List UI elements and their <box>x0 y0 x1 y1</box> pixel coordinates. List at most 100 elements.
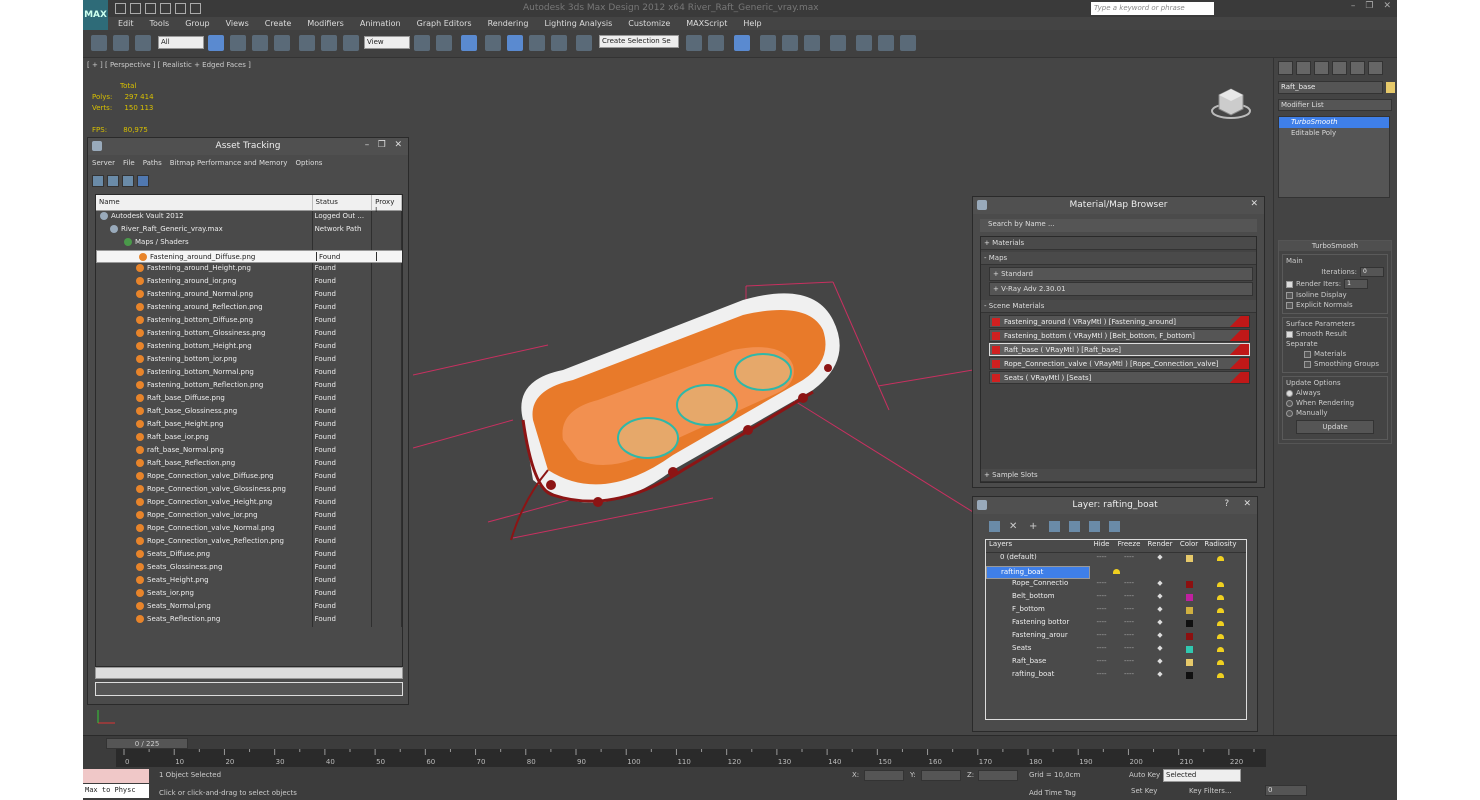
layer-color-swatch[interactable] <box>1185 607 1193 614</box>
app-logo[interactable]: MAX <box>83 0 108 30</box>
asset-menu-item[interactable]: Bitmap Performance and Memory <box>170 159 288 167</box>
modify-tab-icon[interactable] <box>1296 61 1311 75</box>
asset-menu-item[interactable]: Paths <box>143 159 162 167</box>
always-radio[interactable] <box>1286 389 1293 397</box>
window-crossing-icon[interactable] <box>274 35 290 51</box>
named-selection-dropdown[interactable]: Create Selection Se <box>599 35 679 48</box>
layer-color-cell[interactable] <box>1175 605 1203 618</box>
freeze-toggle[interactable]: ---- <box>1113 579 1145 592</box>
table-row[interactable]: Fastening_bottom_Reflection.png Found <box>96 380 402 393</box>
freeze-all-icon[interactable] <box>1109 521 1120 532</box>
table-row[interactable]: Seats_Normal.png Found <box>96 601 402 614</box>
new-layer-icon[interactable] <box>989 521 1000 532</box>
materials-group[interactable]: + Materials <box>981 237 1256 250</box>
close-icon[interactable]: – ❐ ✕ <box>365 140 402 150</box>
layer-row[interactable]: Rope_Connectio ---- ---- ◆ <box>986 579 1246 592</box>
hide-all-icon[interactable] <box>1089 521 1100 532</box>
hide-toggle[interactable]: ---- <box>1090 579 1113 592</box>
col-layers[interactable]: Layers <box>986 540 1090 552</box>
tree-icon[interactable] <box>122 175 134 187</box>
timeline-ruler[interactable]: 0 10 20 30 40 50 60 70 80 90 100 110 120 130 140 150 160… <box>116 749 1266 767</box>
layer-color-cell[interactable] <box>1175 618 1203 631</box>
scene-material-item[interactable]: Seats ( VRayMtl ) [Seats] <box>989 371 1250 384</box>
render-toggle-icon[interactable]: ◆ <box>1145 618 1175 631</box>
freeze-toggle[interactable]: ---- <box>1113 592 1145 605</box>
smooth-result-checkbox[interactable] <box>1286 330 1293 338</box>
col-radiosity[interactable]: Radiosity <box>1203 540 1238 552</box>
percent-snap-icon[interactable] <box>529 35 545 51</box>
horizontal-scrollbar[interactable] <box>95 667 403 679</box>
iterations-spinner[interactable]: 0 <box>1360 267 1384 277</box>
select-object-icon[interactable] <box>208 35 224 51</box>
table-row[interactable]: Autodesk Vault 2012 Logged Out ... <box>96 211 402 224</box>
layer-name-cell[interactable]: Seats <box>986 644 1090 657</box>
rollout-title[interactable]: TurboSmooth <box>1279 241 1391 251</box>
save-icon[interactable] <box>145 3 156 14</box>
maps-group[interactable]: - Maps <box>981 252 1256 265</box>
asset-menu-item[interactable]: Server <box>92 159 115 167</box>
freeze-toggle[interactable]: ---- <box>1113 644 1145 657</box>
table-row[interactable]: Fastening_bottom_Glossiness.png Found <box>96 328 402 341</box>
table-row[interactable]: Seats_Height.png Found <box>96 575 402 588</box>
modifier-list-dropdown[interactable]: Modifier List <box>1278 99 1392 111</box>
move-icon[interactable] <box>299 35 315 51</box>
hide-toggle[interactable]: ---- <box>1090 592 1113 605</box>
menu-item[interactable]: Customize <box>620 17 678 30</box>
selection-filter-dropdown[interactable]: All <box>158 36 204 49</box>
materials-checkbox[interactable] <box>1304 350 1311 358</box>
menu-item[interactable]: Views <box>218 17 257 30</box>
minimize-icon[interactable]: – <box>1351 1 1356 11</box>
layer-name-cell[interactable]: Raft_base <box>986 657 1090 670</box>
scene-material-item[interactable]: Fastening_around ( VRayMtl ) [Fastening_… <box>989 315 1250 328</box>
layer-row[interactable]: F_bottom ---- ---- ◆ <box>986 605 1246 618</box>
maxscript-input[interactable]: Max to Physc <box>83 784 149 798</box>
table-row[interactable]: Maps / Shaders <box>96 237 402 250</box>
path-field[interactable] <box>95 682 403 696</box>
hide-toggle[interactable]: ---- <box>1090 644 1113 657</box>
object-name-field[interactable]: Raft_base <box>1278 81 1383 94</box>
table-row[interactable]: Fastening_around_Reflection.png Found <box>96 302 402 315</box>
list-icon[interactable] <box>107 175 119 187</box>
render-toggle-icon[interactable]: ◆ <box>1145 592 1175 605</box>
unlink-icon[interactable] <box>113 35 129 51</box>
layer-color-swatch[interactable] <box>1185 581 1193 588</box>
menu-item[interactable]: MAXScript <box>678 17 735 30</box>
raft-model[interactable] <box>413 280 973 570</box>
table-row[interactable]: Fastening_around_Diffuse.png Found <box>96 250 402 263</box>
table-row[interactable]: Seats_Reflection.png Found <box>96 614 402 627</box>
scene-material-item[interactable]: Rope_Connection_valve ( VRayMtl ) [Rope_… <box>989 357 1250 370</box>
create-tab-icon[interactable] <box>1278 61 1293 75</box>
freeze-toggle[interactable]: ---- <box>1113 605 1145 618</box>
menu-item[interactable]: Animation <box>352 17 409 30</box>
table-row[interactable]: Rope_Connection_valve_Height.png Found <box>96 497 402 510</box>
layer-color-cell[interactable] <box>1175 579 1203 592</box>
layer-name-cell[interactable]: Fastening bottor <box>986 618 1090 631</box>
pivot-center-icon[interactable] <box>414 35 430 51</box>
display-tab-icon[interactable] <box>1350 61 1365 75</box>
isoline-checkbox[interactable] <box>1286 291 1293 299</box>
x-coord-field[interactable] <box>864 770 904 781</box>
layer-row[interactable]: Fastening bottor ---- ---- ◆ <box>986 618 1246 631</box>
layer-name-cell[interactable]: 0 (default) <box>986 553 1090 566</box>
col-freeze[interactable]: Freeze <box>1113 540 1145 552</box>
radiosity-cell[interactable] <box>1203 592 1238 605</box>
menu-item[interactable]: Tools <box>142 17 178 30</box>
scene-materials-group[interactable]: - Scene Materials <box>981 300 1256 313</box>
render-iters-checkbox[interactable] <box>1286 280 1293 288</box>
table-row[interactable]: Seats_Glossiness.png Found <box>96 562 402 575</box>
select-link-icon[interactable] <box>91 35 107 51</box>
utilities-tab-icon[interactable] <box>1368 61 1383 75</box>
when-rendering-radio[interactable] <box>1286 399 1293 407</box>
col-hide[interactable]: Hide <box>1090 540 1113 552</box>
table-row[interactable]: Fastening_bottom_ior.png Found <box>96 354 402 367</box>
highlight-layer-icon[interactable] <box>1069 521 1080 532</box>
render-toggle-icon[interactable]: ◆ <box>1145 644 1175 657</box>
close-icon[interactable]: ✕ <box>1250 199 1258 209</box>
layer-row[interactable]: rafting_boat--------◆ <box>986 670 1246 683</box>
undo-icon[interactable] <box>160 3 171 14</box>
motion-tab-icon[interactable] <box>1332 61 1347 75</box>
explicit-normals-checkbox[interactable] <box>1286 301 1293 309</box>
rendered-frame-icon[interactable] <box>878 35 894 51</box>
layer-row[interactable]: 0 (default) ---- ---- ◆ <box>986 553 1246 566</box>
stack-item-turbosmooth[interactable]: TurboSmooth <box>1279 117 1389 128</box>
